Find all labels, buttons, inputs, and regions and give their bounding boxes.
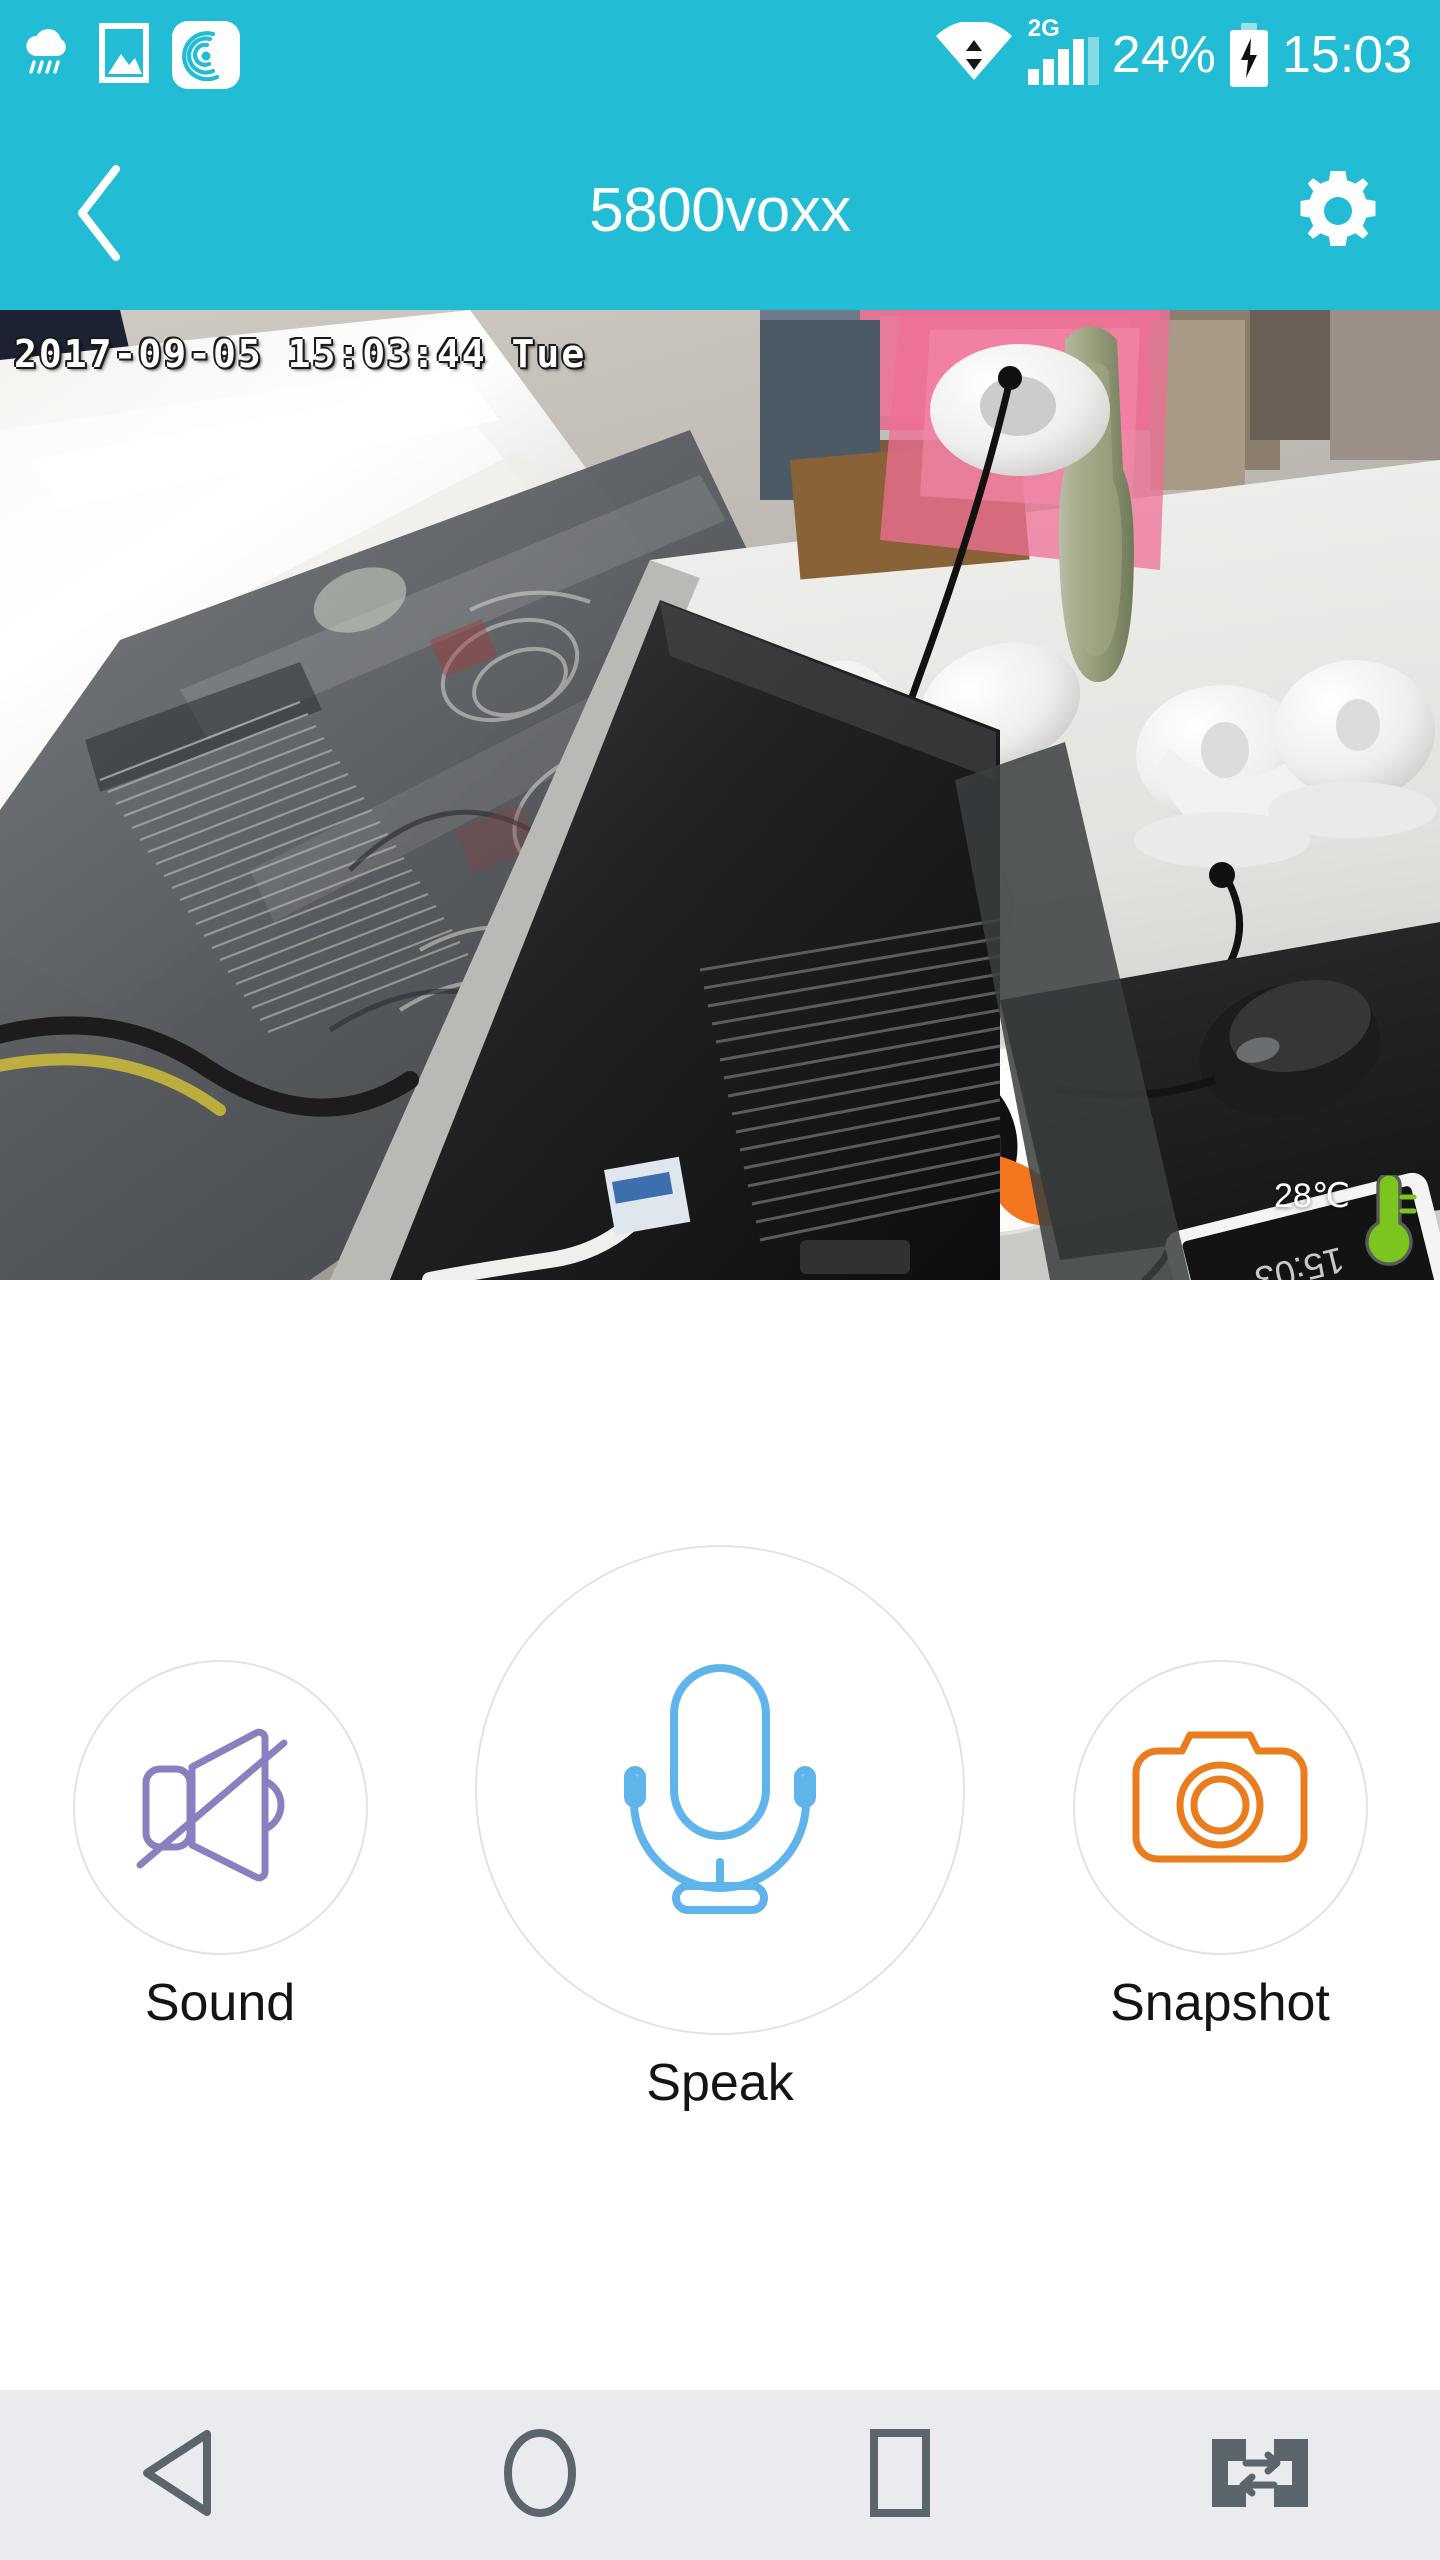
video-timestamp-overlay: 2017-09-05 15:03:44 Tue: [14, 332, 587, 376]
square-recents-icon: [860, 2427, 940, 2524]
gear-icon: [1294, 167, 1382, 260]
nav-recents-button[interactable]: [720, 2390, 1080, 2560]
settings-button[interactable]: [1278, 158, 1398, 268]
signal-bars: [1027, 37, 1099, 85]
page-title: 5800voxx: [589, 175, 851, 245]
sound-button[interactable]: [72, 1660, 368, 1955]
camera-icon: [1130, 1731, 1310, 1884]
speak-control: Speak: [475, 1545, 965, 2109]
temp-value-label: 28℃: [1273, 1177, 1350, 1215]
speak-button[interactable]: [475, 1545, 965, 2035]
speak-label: Speak: [646, 2054, 794, 2112]
app-header: 5800voxx: [0, 110, 1440, 310]
circle-home-icon: [496, 2427, 584, 2524]
sound-label: Sound: [144, 1974, 296, 2032]
temperature-overlay: 28℃: [1273, 1172, 1418, 1272]
clock-label: 15:03: [1281, 26, 1412, 84]
snapshot-button[interactable]: [1072, 1660, 1368, 1955]
nav-split-screen-button[interactable]: [1080, 2390, 1440, 2560]
nav-home-button[interactable]: [360, 2390, 720, 2560]
control-panel: Sound Speak Snapshot: [0, 1280, 1440, 2390]
speaker-muted-icon: [134, 1725, 306, 1890]
sound-control: Sound: [0, 1660, 440, 2029]
triangle-back-icon: [137, 2428, 223, 2523]
status-bar: 2G 24% 15:03: [0, 0, 1440, 110]
cellular-signal-icon: 2G: [1027, 17, 1099, 91]
rain-cloud-icon: [18, 24, 76, 87]
snapshot-label: Snapshot: [1110, 1974, 1330, 2032]
wifi-data-transfer-icon: [934, 19, 1014, 89]
nav-back-button[interactable]: [0, 2390, 360, 2560]
battery-percent-label: 24%: [1111, 26, 1216, 84]
split-screen-swap-icon: [1206, 2427, 1314, 2524]
microphone-icon: [600, 1658, 840, 1923]
app-badge-icon: [172, 21, 240, 89]
snapshot-control: Snapshot: [1000, 1660, 1440, 2029]
system-navigation-bar: [0, 2390, 1440, 2560]
image-icon: [98, 22, 150, 89]
camera-video-feed[interactable]: 15:03 2017-09-05 15:03:44 Tue 28℃: [0, 310, 1440, 1280]
thermometer-icon: [1356, 1172, 1418, 1272]
video-frame-image: 15:03: [0, 310, 1440, 1280]
status-bar-notifications: [18, 21, 240, 89]
status-bar-indicators: 2G 24% 15:03: [934, 17, 1412, 91]
battery-charging-icon: [1229, 23, 1268, 87]
